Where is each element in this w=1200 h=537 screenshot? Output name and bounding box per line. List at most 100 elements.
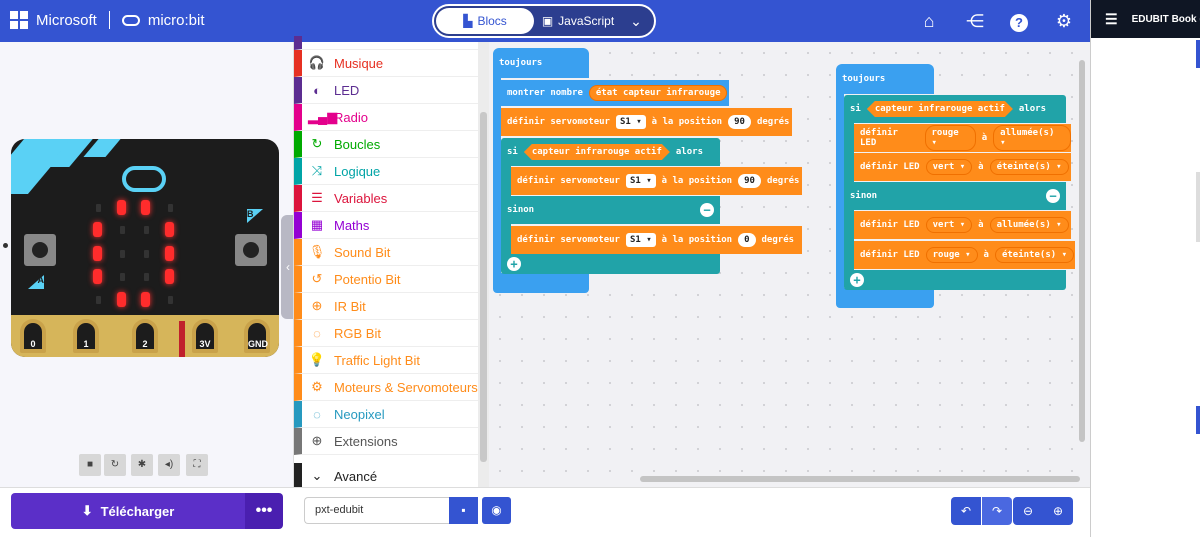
category-radio[interactable]: ▂▄▆ Radio [294, 104, 478, 131]
led-state-dropdown[interactable]: éteinte(s) ▾ [994, 247, 1074, 263]
category-logic[interactable]: ⤨ Logique [294, 158, 478, 185]
led-color-value: vert [932, 162, 955, 172]
ir-state-reporter[interactable]: état capteur infrarouge [588, 85, 728, 101]
pin-1[interactable]: 1 [73, 319, 99, 353]
forever-foot [836, 288, 934, 308]
add-else-if-icon[interactable]: + [850, 273, 864, 287]
side-panel-header: ☰ EDUBIT Book (F [1091, 0, 1200, 38]
top-bar: Microsoft micro:bit ▙ Blocs ▣ JavaScript… [0, 0, 1090, 42]
if-else-block[interactable]: si capteur infrarouge actif alors [844, 95, 1066, 123]
button-b-label: B [247, 209, 263, 223]
microbit-board: A B 0 1 2 3V GND [11, 139, 279, 357]
category-maths[interactable]: ▦ Maths [294, 212, 478, 239]
undo-icon[interactable]: ↶ [951, 497, 981, 525]
chevron-down-icon: ⌄ [311, 468, 323, 483]
pin-3v[interactable]: 3V [192, 319, 218, 353]
category-music[interactable]: 🎧 Musique [294, 50, 478, 77]
workspace-horizontal-scrollbar[interactable] [640, 476, 1080, 482]
category-traffic-light-bit[interactable]: 💡 Traffic Light Bit [294, 347, 478, 374]
pin-2[interactable]: 2 [132, 319, 158, 353]
blocks-mode-button[interactable]: ▙ Blocs [436, 8, 534, 34]
debug-icon[interactable]: ✱ [131, 454, 153, 476]
toolbox-scrollbar[interactable] [478, 42, 489, 487]
toolbox-scrollbar-thumb[interactable] [480, 112, 487, 462]
set-servo-block-2[interactable]: définir servomoteur S1 ▾ à la position 9… [511, 167, 802, 195]
home-icon[interactable]: ⌂ [918, 10, 940, 32]
remove-else-icon[interactable]: − [700, 203, 714, 217]
workspace-vertical-scrollbar[interactable] [1079, 60, 1085, 442]
category-advanced[interactable]: ⌄ Avancé [294, 463, 478, 490]
set-servo-block-1[interactable]: définir servomoteur S1 ▾ à la position 9… [501, 108, 792, 136]
redo-icon[interactable]: ↷ [982, 497, 1012, 525]
led-color-value: rouge [932, 250, 960, 260]
category-potentio-bit[interactable]: ↺ Potentio Bit [294, 266, 478, 293]
angle-input[interactable]: 90 [728, 115, 751, 129]
github-icon[interactable]: ◉ [482, 497, 511, 524]
led-color-dropdown[interactable]: rouge ▾ [924, 125, 976, 151]
category-variables[interactable]: ☰ Variables [294, 185, 478, 212]
set-led-block-4[interactable]: définir LED rouge ▾ à éteinte(s) ▾ [854, 241, 1075, 269]
led-state-dropdown[interactable]: éteinte(s) ▾ [989, 159, 1069, 175]
set-led-label: définir LED [860, 128, 898, 148]
stop-icon[interactable]: ■ [79, 454, 101, 476]
hamburger-menu-icon[interactable]: ☰ [1105, 11, 1118, 28]
led-color-dropdown[interactable]: vert ▾ [925, 217, 973, 233]
zoom-in-icon[interactable]: ⊕ [1043, 497, 1073, 525]
angle-input[interactable]: 90 [738, 174, 761, 188]
show-number-block[interactable]: montrer nombre état capteur infrarouge [501, 80, 729, 106]
button-a[interactable] [24, 234, 56, 266]
brand[interactable]: Microsoft micro:bit [10, 11, 205, 29]
led-color-dropdown[interactable]: vert ▾ [925, 159, 973, 175]
toolbox-category-partial [294, 36, 478, 50]
save-icon[interactable]: ▪ [449, 497, 478, 524]
if-else-block[interactable]: si capteur infrarouge actif alors [501, 138, 720, 166]
led-on [93, 246, 102, 261]
category-rgb-bit[interactable]: ◌ RGB Bit [294, 320, 478, 347]
set-servo-block-3[interactable]: définir servomoteur S1 ▾ à la position 0… [511, 226, 802, 254]
angle-input[interactable]: 0 [738, 233, 756, 247]
panel-scroll-thumb[interactable] [1196, 172, 1200, 242]
category-neopixel[interactable]: ◌ Neopixel [294, 401, 478, 428]
pin-gnd[interactable]: GND [244, 319, 270, 353]
fullscreen-icon[interactable]: ⛶ [186, 454, 208, 476]
remove-else-icon[interactable]: − [1046, 189, 1060, 203]
ir-active-condition[interactable]: capteur infrarouge actif [867, 101, 1013, 117]
javascript-mode-button[interactable]: ▣ JavaScript [538, 8, 618, 34]
ir-active-condition[interactable]: capteur infrarouge actif [524, 144, 670, 160]
pin-0[interactable]: 0 [20, 319, 46, 353]
microbit-logo-icon [121, 14, 140, 26]
dotted-circle-icon: ◌ [313, 325, 321, 341]
help-icon[interactable]: ? [1008, 10, 1030, 32]
category-sound-bit[interactable]: 🎙 Sound Bit [294, 239, 478, 266]
language-dropdown-chevron-icon[interactable]: ⌄ [624, 8, 648, 34]
set-led-label: définir LED [860, 250, 920, 260]
category-extensions[interactable]: ⊕ Extensions [294, 428, 478, 455]
category-motors-servos[interactable]: ⚙ Moteurs & Servomoteurs [294, 374, 478, 401]
category-loops[interactable]: ↻ Boucles [294, 131, 478, 158]
more-options-button[interactable]: ••• [245, 493, 283, 529]
zoom-out-icon[interactable]: ⊖ [1013, 497, 1043, 525]
forever-hat[interactable]: toujours [493, 48, 589, 78]
led-off [96, 296, 101, 304]
project-name-input[interactable]: pxt-edubit [304, 497, 449, 524]
category-ir-bit[interactable]: ⊕ IR Bit [294, 293, 478, 320]
led-state-dropdown[interactable]: allumée(s) ▾ [993, 125, 1071, 151]
mute-icon[interactable]: ◂) [158, 454, 180, 476]
download-button[interactable]: ⬇ Télécharger [11, 493, 245, 529]
add-else-if-icon[interactable]: + [507, 257, 521, 271]
forever-hat[interactable]: toujours [836, 64, 934, 94]
servo-dropdown[interactable]: S1 ▾ [615, 115, 646, 129]
category-led[interactable]: ◐ LED [294, 77, 478, 104]
servo-dropdown[interactable]: S1 ▾ [625, 174, 656, 188]
set-led-block-2[interactable]: définir LED vert ▾ à éteinte(s) ▾ [854, 153, 1071, 181]
button-b[interactable] [235, 234, 267, 266]
set-led-block-1[interactable]: définir LED rouge ▾ à allumée(s) ▾ [854, 124, 1071, 152]
servo-dropdown[interactable]: S1 ▾ [625, 233, 656, 247]
settings-icon[interactable]: ⚙ [1053, 10, 1075, 32]
led-state-dropdown[interactable]: allumée(s) ▾ [989, 217, 1069, 233]
dotted-circle-icon: ◌ [313, 406, 321, 422]
restart-icon[interactable]: ↻ [104, 454, 126, 476]
set-led-block-3[interactable]: définir LED vert ▾ à allumée(s) ▾ [854, 211, 1071, 239]
share-icon[interactable]: ⋲ [964, 10, 986, 32]
led-color-dropdown[interactable]: rouge ▾ [925, 247, 978, 263]
